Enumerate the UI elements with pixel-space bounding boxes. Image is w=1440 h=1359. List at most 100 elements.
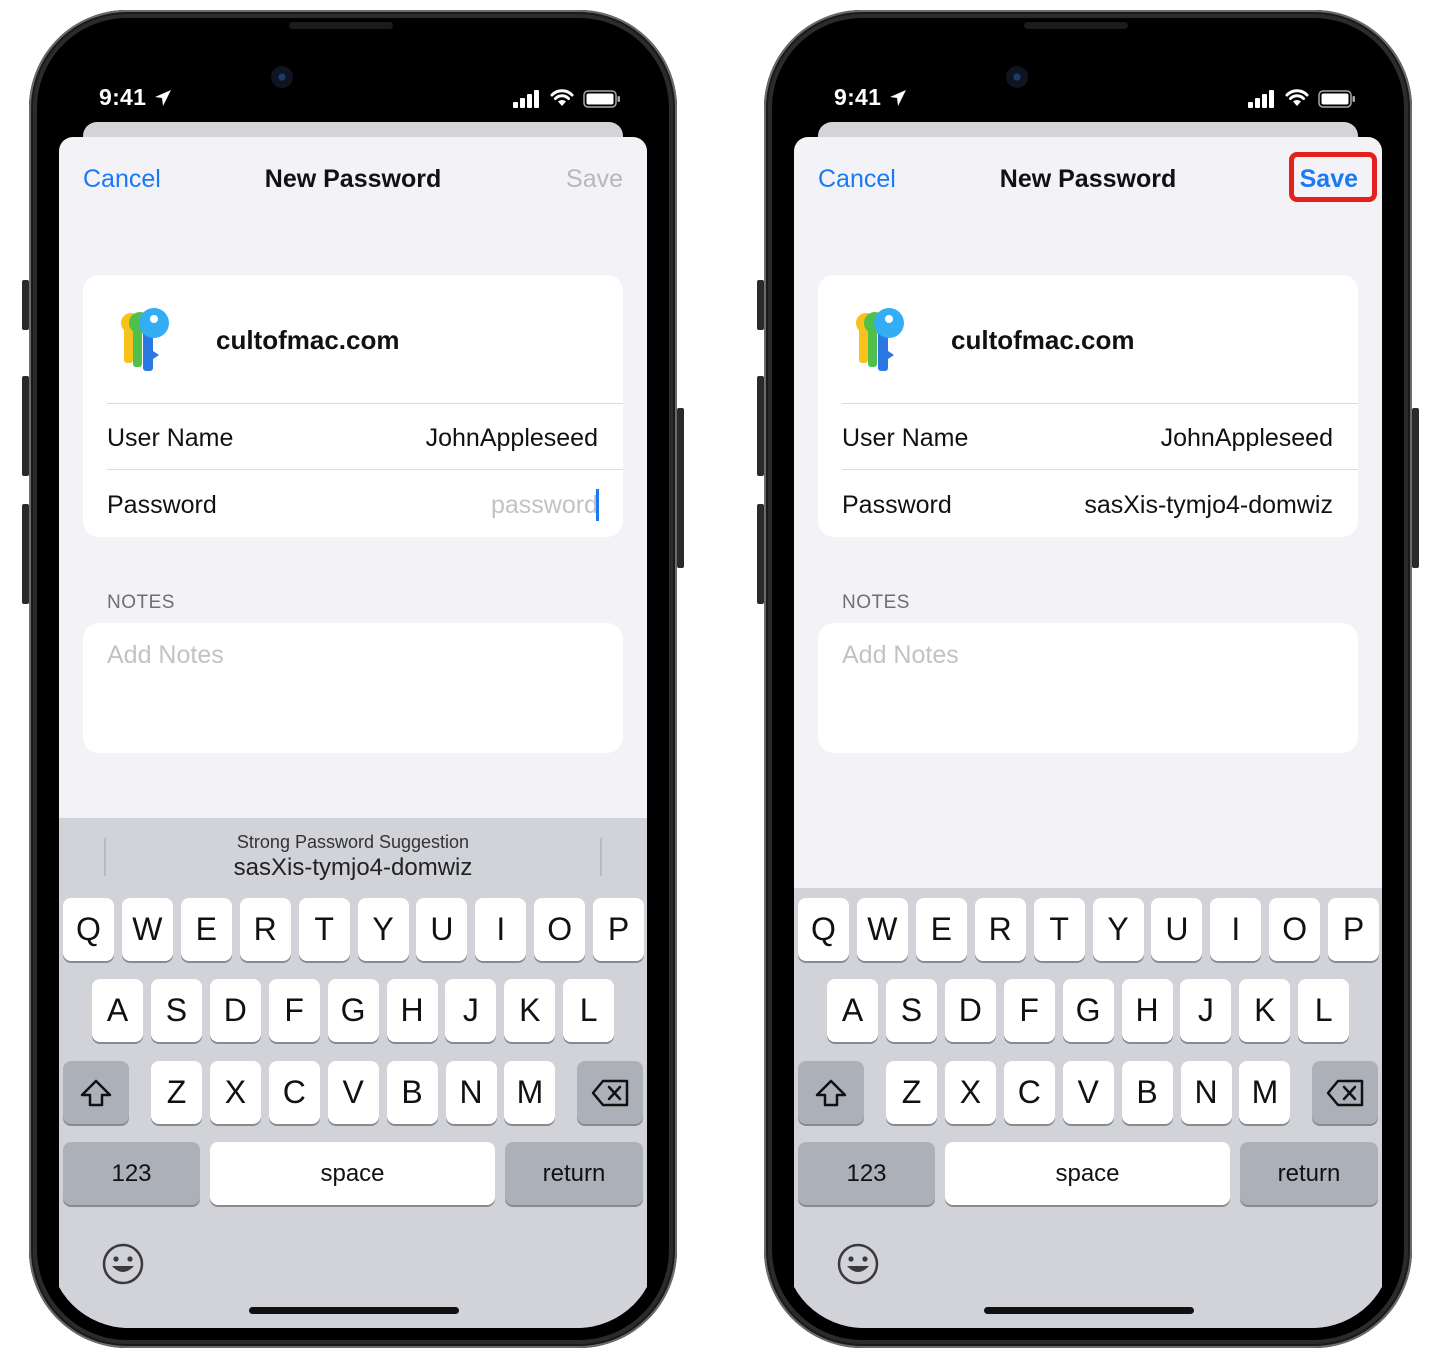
key-k[interactable]: K xyxy=(1239,979,1291,1042)
key-f[interactable]: F xyxy=(268,979,320,1042)
key-h[interactable]: H xyxy=(386,979,438,1042)
key-g[interactable]: G xyxy=(327,979,379,1042)
passwords-key-icon xyxy=(856,308,904,371)
key-s[interactable]: S xyxy=(885,979,937,1042)
text-cursor xyxy=(596,489,599,521)
sheet-title: New Password xyxy=(264,165,442,193)
new-password-sheet: Cancel New Password Save cultofmac.com U… xyxy=(794,137,1382,1328)
key-w[interactable]: W xyxy=(121,898,173,961)
key-u[interactable]: U xyxy=(416,898,468,961)
key-b[interactable]: B xyxy=(386,1061,438,1124)
notes-placeholder: Add Notes xyxy=(842,641,959,669)
space-key[interactable]: space xyxy=(210,1142,495,1205)
key-u[interactable]: U xyxy=(1151,898,1203,961)
strong-password-suggestion[interactable]: Strong Password Suggestion sasXis-tymjo4… xyxy=(59,818,647,888)
location-arrow-icon xyxy=(890,90,906,106)
delete-icon xyxy=(1326,1079,1364,1106)
screen: 9:41 Cancel New Password Save cultofmac.… xyxy=(784,30,1392,1328)
key-z[interactable]: Z xyxy=(151,1061,202,1124)
key-x[interactable]: X xyxy=(209,1061,261,1124)
key-i[interactable]: I xyxy=(1210,898,1262,961)
notes-field[interactable]: Add Notes xyxy=(818,623,1358,753)
key-v[interactable]: V xyxy=(1062,1061,1114,1124)
key-n[interactable]: N xyxy=(1180,1061,1232,1124)
key-j[interactable]: J xyxy=(445,979,497,1042)
key-x[interactable]: X xyxy=(944,1061,996,1124)
notes-placeholder: Add Notes xyxy=(107,641,224,669)
key-m[interactable]: M xyxy=(1239,1061,1291,1124)
keyboard: 123 space return QWERTYUIOP ASDFGHJKL ZXCV… xyxy=(794,888,1382,1328)
numbers-key[interactable]: 123 xyxy=(798,1142,935,1205)
key-s[interactable]: S xyxy=(150,979,202,1042)
key-l[interactable]: L xyxy=(563,979,615,1042)
battery-icon xyxy=(583,90,620,108)
return-key[interactable]: return xyxy=(1240,1142,1378,1205)
key-a[interactable]: A xyxy=(92,979,143,1042)
key-c[interactable]: C xyxy=(1003,1061,1055,1124)
key-d[interactable]: D xyxy=(209,979,261,1042)
key-p[interactable]: P xyxy=(1328,898,1380,961)
shift-key[interactable] xyxy=(798,1061,864,1124)
key-r[interactable]: R xyxy=(239,898,291,961)
home-indicator xyxy=(984,1307,1194,1314)
password-label: Password xyxy=(107,491,217,519)
notes-field[interactable]: Add Notes xyxy=(83,623,623,753)
key-g[interactable]: G xyxy=(1062,979,1114,1042)
delete-key[interactable] xyxy=(1312,1061,1378,1124)
key-b[interactable]: B xyxy=(1121,1061,1173,1124)
key-k[interactable]: K xyxy=(504,979,556,1042)
key-e[interactable]: E xyxy=(915,898,967,961)
key-a[interactable]: A xyxy=(827,979,878,1042)
key-q[interactable]: Q xyxy=(798,898,849,961)
key-y[interactable]: Y xyxy=(357,898,409,961)
username-label: User Name xyxy=(107,424,234,452)
site-name: cultofmac.com xyxy=(216,325,400,355)
site-name: cultofmac.com xyxy=(951,325,1135,355)
return-key[interactable]: return xyxy=(505,1142,643,1205)
key-t[interactable]: T xyxy=(1033,898,1085,961)
password-label: Password xyxy=(842,491,952,519)
key-c[interactable]: C xyxy=(268,1061,320,1124)
key-f[interactable]: F xyxy=(1003,979,1055,1042)
key-o[interactable]: O xyxy=(534,898,586,961)
emoji-icon[interactable] xyxy=(836,1242,880,1286)
key-p[interactable]: P xyxy=(593,898,645,961)
password-field[interactable]: password xyxy=(491,491,598,520)
divider xyxy=(107,469,623,470)
wifi-icon xyxy=(1285,89,1309,106)
key-m[interactable]: M xyxy=(504,1061,556,1124)
phone-right: 9:41 Cancel New Password Save cultofmac.… xyxy=(757,10,1419,1348)
key-z[interactable]: Z xyxy=(886,1061,937,1124)
key-j[interactable]: J xyxy=(1180,979,1232,1042)
username-field[interactable]: JohnAppleseed xyxy=(1161,424,1333,453)
key-q[interactable]: Q xyxy=(63,898,114,961)
username-field[interactable]: JohnAppleseed xyxy=(426,424,598,453)
key-d[interactable]: D xyxy=(944,979,996,1042)
save-button-disabled[interactable]: Save xyxy=(566,165,623,194)
key-l[interactable]: L xyxy=(1298,979,1350,1042)
space-key[interactable]: space xyxy=(945,1142,1230,1205)
key-y[interactable]: Y xyxy=(1092,898,1144,961)
front-camera xyxy=(271,66,293,88)
numbers-key[interactable]: 123 xyxy=(63,1142,200,1205)
key-r[interactable]: R xyxy=(974,898,1026,961)
key-e[interactable]: E xyxy=(180,898,232,961)
delete-key[interactable] xyxy=(577,1061,643,1124)
key-v[interactable]: V xyxy=(327,1061,379,1124)
suggestion-title: Strong Password Suggestion xyxy=(236,832,470,852)
divider xyxy=(107,403,623,404)
keyboard: Strong Password Suggestion sasXis-tymjo4… xyxy=(59,818,647,1328)
key-t[interactable]: T xyxy=(298,898,350,961)
key-o[interactable]: O xyxy=(1269,898,1321,961)
credential-card: cultofmac.com User Name JohnAppleseed Pa… xyxy=(818,275,1358,537)
wifi-icon xyxy=(550,89,574,106)
shift-key[interactable] xyxy=(63,1061,129,1124)
key-w[interactable]: W xyxy=(856,898,908,961)
key-i[interactable]: I xyxy=(475,898,527,961)
emoji-icon[interactable] xyxy=(101,1242,145,1286)
password-field[interactable]: sasXis-tymjo4-domwiz xyxy=(1084,491,1333,520)
cellular-signal-icon xyxy=(1248,90,1274,108)
volume-up-button xyxy=(22,376,29,476)
key-h[interactable]: H xyxy=(1121,979,1173,1042)
key-n[interactable]: N xyxy=(445,1061,497,1124)
